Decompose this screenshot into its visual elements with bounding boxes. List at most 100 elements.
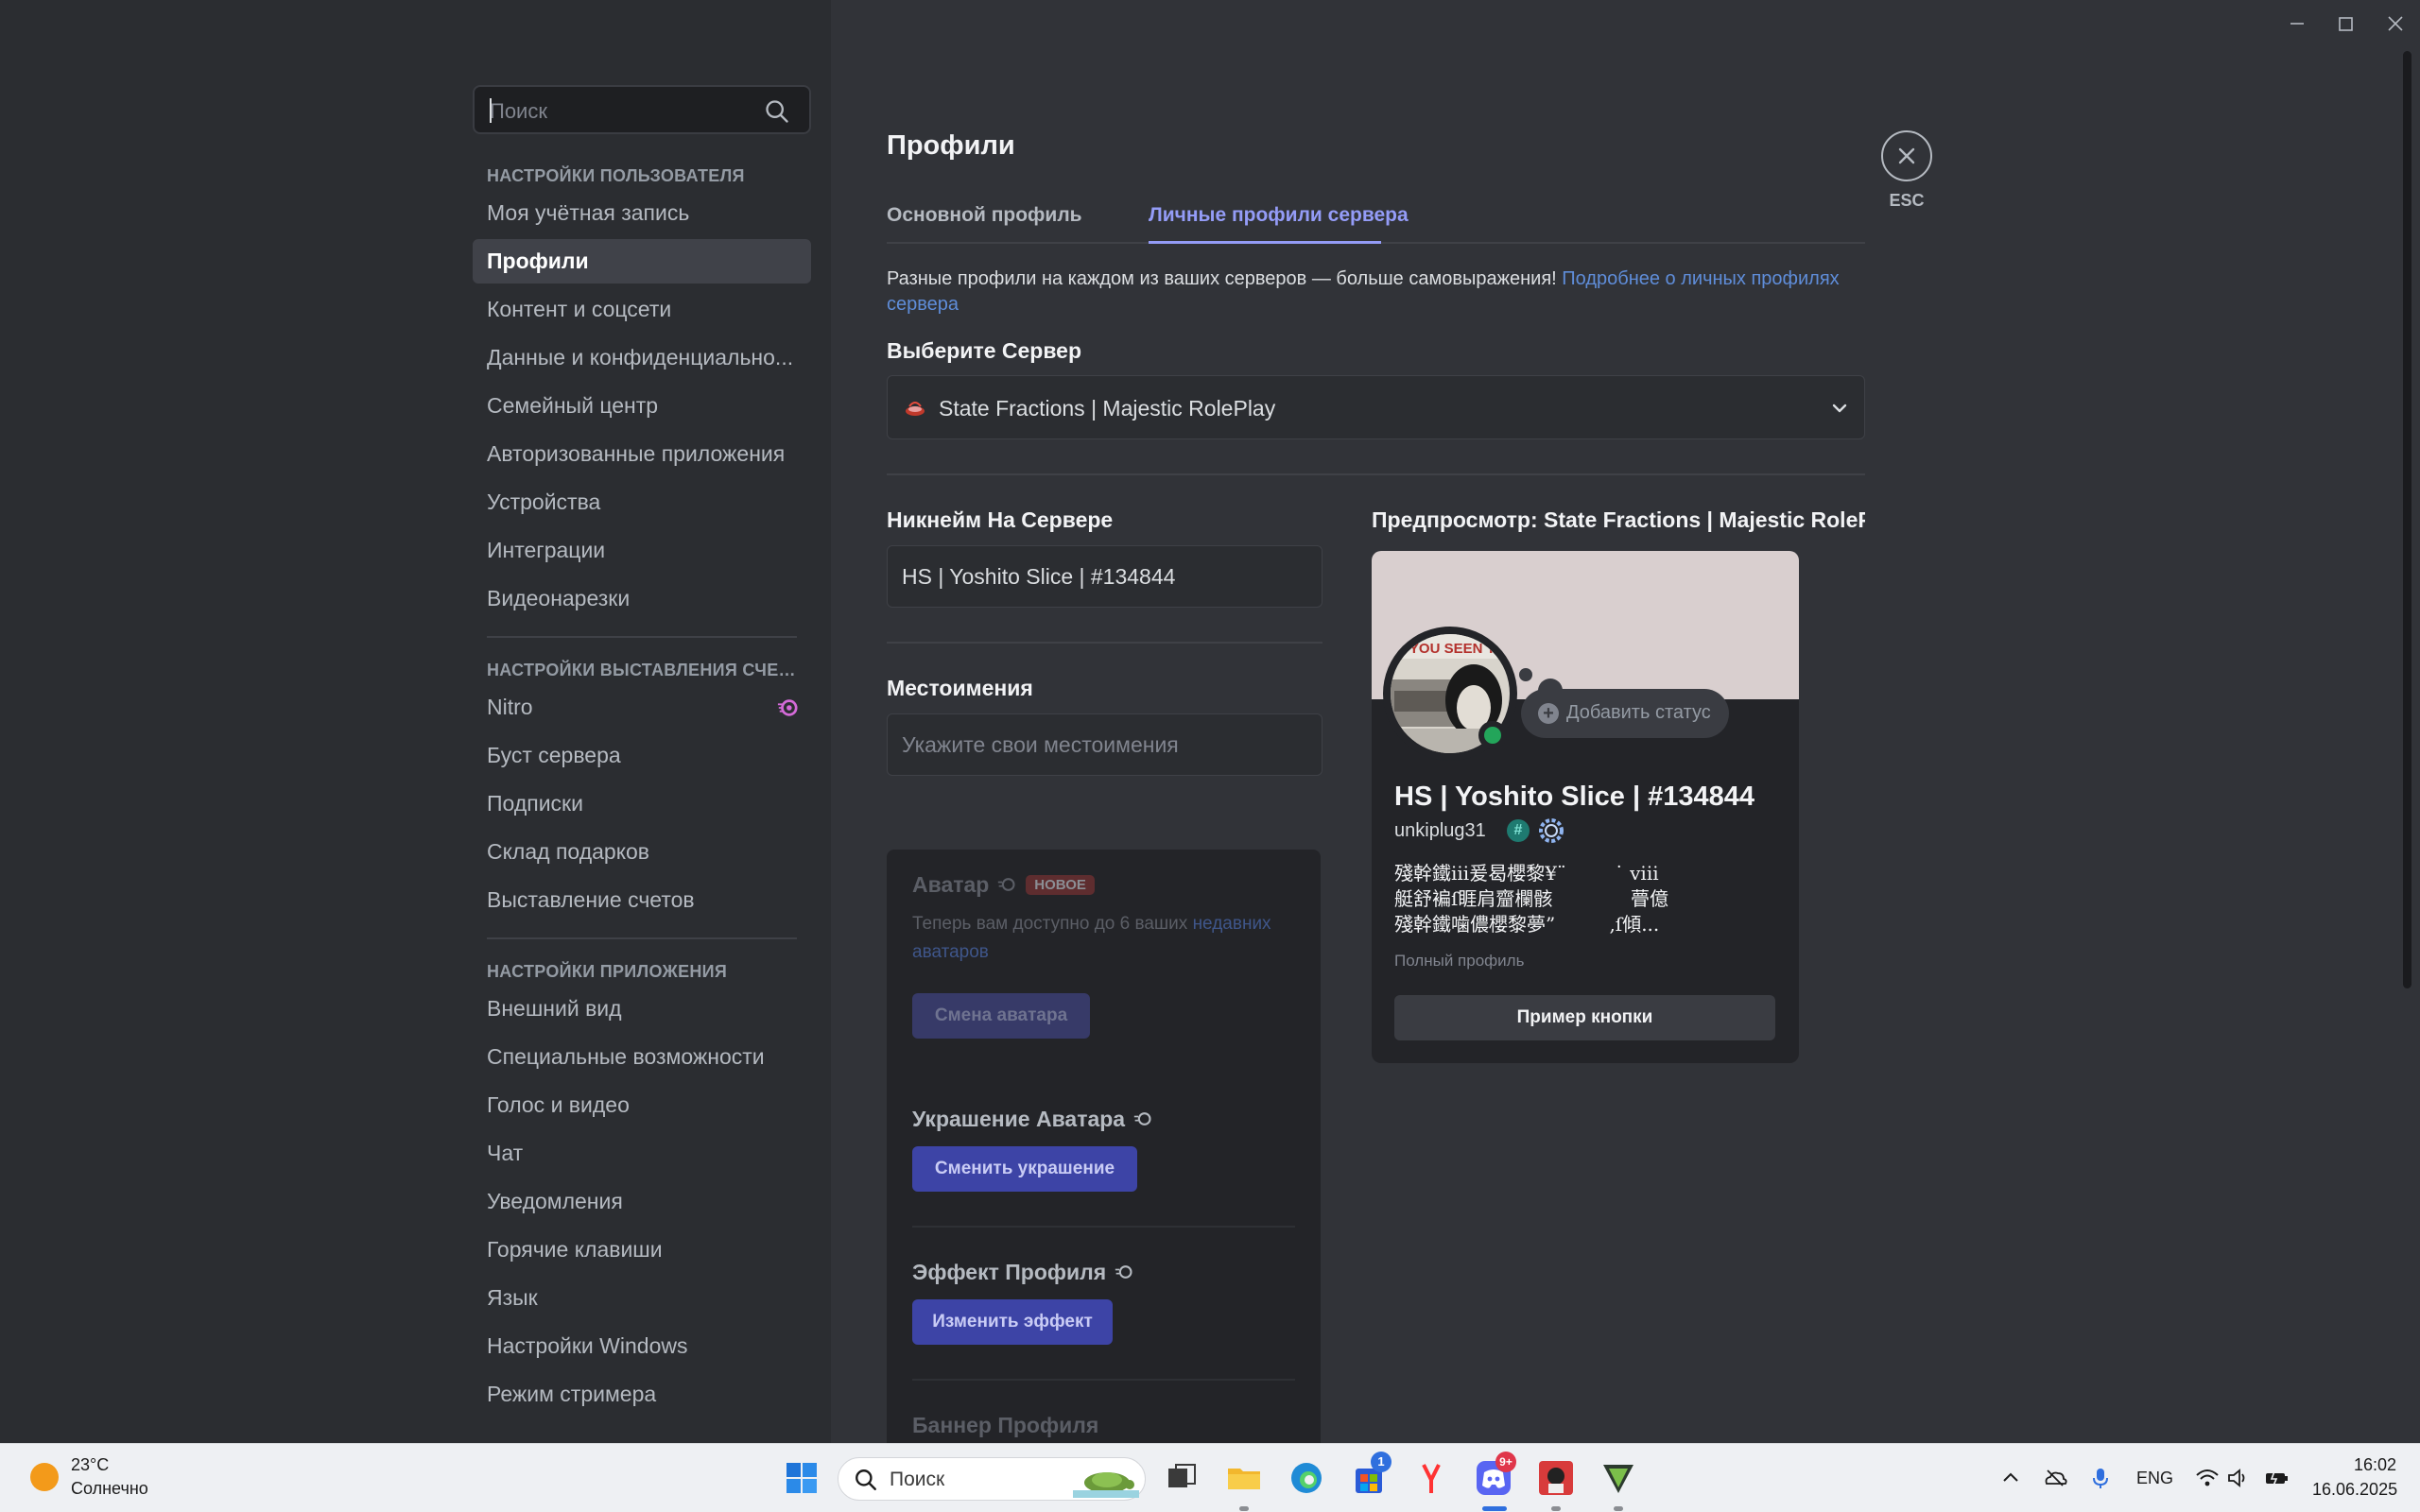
sun-icon[interactable] — [30, 1463, 59, 1491]
sidebar-item-voice-video[interactable]: Голос и видео — [473, 1083, 811, 1127]
sidebar-divider — [487, 937, 797, 939]
running-indicator — [1614, 1506, 1623, 1511]
sidebar-item-profiles[interactable]: Профили — [473, 239, 811, 284]
sidebar-item-windows-settings[interactable]: Настройки Windows — [473, 1324, 811, 1368]
section-divider — [912, 1226, 1295, 1228]
windows-start-icon[interactable] — [781, 1457, 822, 1499]
nitro-icon — [1133, 1112, 1151, 1125]
preview-username: unkiplug31 — [1394, 820, 1486, 841]
sidebar-item-my-account[interactable]: Моя учётная запись — [473, 191, 811, 235]
bio-line: 殘幹鐵iii爰曷櫻黎¥¨ ˙ viii — [1394, 862, 1659, 885]
settings-content: Профили Основной профиль Личные профили … — [831, 0, 2420, 1443]
add-status-label: Добавить статус — [1566, 702, 1711, 723]
sidebar-item-keybinds[interactable]: Горячие клавиши — [473, 1228, 811, 1272]
sidebar-item-integrations[interactable]: Интеграции — [473, 528, 811, 573]
section-divider — [887, 473, 1865, 475]
change-effect-button[interactable]: Изменить эффект — [912, 1299, 1113, 1345]
sidebar-item-notifications[interactable]: Уведомления — [473, 1179, 811, 1224]
scrollbar[interactable] — [2403, 51, 2411, 988]
change-decoration-button[interactable]: Сменить украшение — [912, 1146, 1137, 1192]
gear-badge-icon — [1539, 818, 1564, 843]
add-status-button[interactable]: + Добавить статус — [1521, 689, 1729, 738]
clock-time[interactable]: 16:02 — [2354, 1455, 2396, 1475]
sidebar-item-devices[interactable]: Устройства — [473, 480, 811, 524]
sidebar-item-family-center[interactable]: Семейный центр — [473, 384, 811, 428]
weather-temperature[interactable]: 23°C — [71, 1455, 109, 1475]
close-icon — [1898, 147, 1915, 164]
sidebar-item-authorized-apps[interactable]: Авторизованные приложения — [473, 432, 811, 476]
bio-line: 艇舒褊ſ睚肩齏欄骸 瞢億 — [1394, 887, 1669, 910]
sidebar-divider — [487, 636, 797, 638]
task-view-icon[interactable] — [1161, 1457, 1202, 1499]
avatar-frame: E YOU SEEN THIS — [1383, 627, 1517, 761]
turtle-search-highlight-icon — [1073, 1472, 1139, 1498]
sidebar-item-billing[interactable]: Выставление счетов — [473, 878, 811, 922]
sidebar-item-language[interactable]: Язык — [473, 1276, 811, 1320]
microphone-icon[interactable] — [2087, 1465, 2114, 1491]
plus-icon: + — [1538, 703, 1559, 724]
close-circle[interactable] — [1881, 130, 1932, 181]
weather-description[interactable]: Солнечно — [71, 1479, 148, 1499]
wifi-icon[interactable] — [2194, 1465, 2221, 1491]
change-avatar-button[interactable]: Смена аватара — [912, 993, 1090, 1039]
sidebar-item-data-privacy[interactable]: Данные и конфиденциально... — [473, 335, 811, 380]
sidebar-search-input[interactable]: Поиск — [473, 85, 811, 134]
file-explorer-icon[interactable] — [1223, 1457, 1265, 1499]
keyboard-language[interactable]: ENG — [2136, 1469, 2173, 1488]
sidebar-item-server-boost[interactable]: Буст сервера — [473, 733, 811, 778]
full-profile-link[interactable]: Полный профиль — [1394, 952, 1524, 971]
clock-date[interactable]: 16.06.2025 — [2312, 1480, 2397, 1500]
tab-server-profiles[interactable]: Личные профили сервера — [1149, 204, 1409, 227]
bio-line: 殘幹鐵噛儂櫻黎夢” ,ſ傾... — [1394, 913, 1660, 936]
photo-app-icon[interactable] — [1535, 1457, 1577, 1499]
tab-main-profile[interactable]: Основной профиль — [887, 204, 1082, 227]
onedrive-icon[interactable] — [2042, 1465, 2068, 1491]
preview-display-name: HS | Yoshito Slice | #134844 — [1394, 782, 1755, 812]
intro-description: Разные профили на каждом из ваших сервер… — [887, 268, 1557, 289]
volume-icon[interactable] — [2225, 1465, 2252, 1491]
section-divider — [912, 1379, 1295, 1381]
hashtag-badge-icon: # — [1507, 819, 1530, 842]
profile-preview-card: E YOU SEEN THIS + Добавить статус HS | Y… — [1372, 551, 1799, 1063]
battery-icon[interactable] — [2263, 1465, 2290, 1491]
discord-notification-badge: 9+ — [1495, 1452, 1516, 1472]
sidebar-item-gift-inventory[interactable]: Склад подарков — [473, 830, 811, 874]
avatar-section-title: Аватар — [912, 872, 990, 897]
esc-label: ESC — [1889, 191, 1925, 210]
search-icon — [856, 1469, 876, 1490]
active-app-indicator — [1482, 1506, 1507, 1511]
maximize-icon[interactable] — [2326, 9, 2364, 38]
sidebar-item-content-social[interactable]: Контент и соцсети — [473, 287, 811, 332]
window-close-icon[interactable] — [2377, 9, 2414, 38]
pronouns-label: Местоимения — [887, 676, 1033, 700]
sidebar-item-nitro[interactable]: Nitro — [473, 685, 811, 730]
gta-launcher-icon[interactable] — [1598, 1457, 1639, 1499]
close-settings-button[interactable]: ESC — [1878, 130, 1935, 211]
banner-section-title: Баннер Профиля — [912, 1413, 1099, 1437]
page-title: Профили — [887, 130, 1015, 161]
section-header-user-settings: НАСТРОЙКИ ПОЛЬЗОВАТЕЛЯ — [487, 166, 745, 185]
windows-taskbar: 23°C Солнечно Поиск 1 9+ ENG 16:02 16.06… — [0, 1443, 2420, 1512]
sidebar-item-chat[interactable]: Чат — [473, 1131, 811, 1176]
avatar-desc-text: Теперь вам доступно до 6 ваших — [912, 914, 1188, 934]
sidebar-item-clips[interactable]: Видеонарезки — [473, 576, 811, 621]
effect-section-title: Эффект Профиля — [912, 1260, 1107, 1284]
server-select-dropdown[interactable]: State Fractions | Majestic RolePlay — [887, 375, 1865, 439]
nitro-locked-panel: Аватар НОВОЕ Теперь вам доступно до 6 ва… — [887, 850, 1321, 1443]
chevron-up-icon[interactable] — [1997, 1465, 2024, 1491]
nitro-icon — [1115, 1265, 1132, 1279]
example-button[interactable]: Пример кнопки — [1394, 995, 1775, 1040]
settings-sidebar: Поиск НАСТРОЙКИ ПОЛЬЗОВАТЕЛЯ Моя учётная… — [0, 0, 831, 1443]
nickname-input[interactable]: HS | Yoshito Slice | #134844 — [887, 545, 1322, 608]
edge-browser-icon[interactable] — [1286, 1457, 1327, 1499]
pronouns-input[interactable]: Укажите свои местоимения — [887, 713, 1322, 776]
sidebar-item-subscriptions[interactable]: Подписки — [473, 782, 811, 826]
nitro-icon — [777, 699, 798, 716]
taskbar-search-input[interactable]: Поиск — [838, 1457, 1146, 1501]
sidebar-item-streamer-mode[interactable]: Режим стримера — [473, 1372, 811, 1417]
search-icon — [766, 100, 788, 123]
yandex-browser-icon[interactable] — [1410, 1457, 1452, 1499]
minimize-icon[interactable] — [2278, 9, 2316, 38]
sidebar-item-accessibility[interactable]: Специальные возможности — [473, 1035, 811, 1079]
sidebar-item-appearance[interactable]: Внешний вид — [473, 987, 811, 1031]
